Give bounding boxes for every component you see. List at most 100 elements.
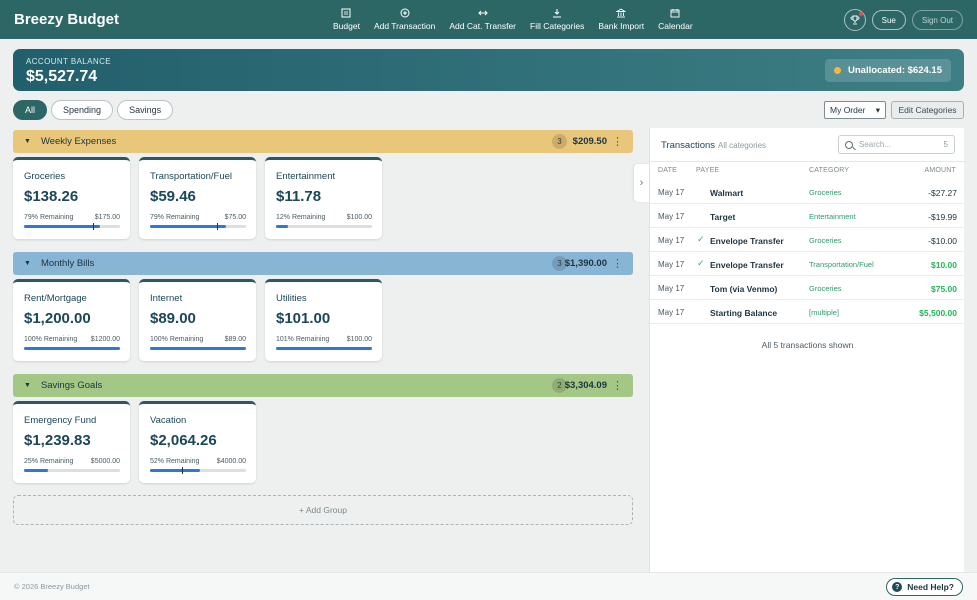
progress-fill	[150, 347, 246, 350]
transaction-category[interactable]: [multiple]	[809, 308, 839, 317]
transaction-row[interactable]: May 17 Tom (via Venmo) Groceries $75.00	[650, 276, 965, 300]
add-group-button[interactable]: + Add Group	[13, 495, 633, 525]
transactions-search-input[interactable]: Search... 5	[838, 135, 955, 154]
group-header-savings-goals[interactable]: ▼ Savings Goals 2 $3,304.09 ⋮	[13, 374, 633, 397]
progress-fill	[276, 225, 288, 228]
filter-savings[interactable]: Savings	[117, 100, 174, 120]
category-amount: $11.78	[276, 188, 322, 205]
progress-fill	[24, 225, 100, 228]
column-header-date[interactable]: DATE	[658, 167, 677, 174]
transaction-row[interactable]: May 17 Walmart Groceries -$27.27	[650, 180, 965, 204]
progress-fill	[24, 469, 48, 472]
transactions-summary: All 5 transactions shown	[761, 340, 854, 350]
category-name: Rent/Mortgage	[24, 293, 87, 304]
category-card-vacation[interactable]: Vacation $2,064.26 52% Remaining $4000.0…	[139, 401, 256, 483]
category-amount: $101.00	[276, 310, 331, 327]
transaction-row[interactable]: May 17 ✓ Envelope Transfer Transportation/F…	[650, 252, 965, 276]
nav-label: Budget	[333, 21, 360, 31]
transaction-date: May 17	[658, 260, 685, 269]
progress-fill	[150, 469, 200, 472]
progress-marker	[181, 467, 183, 474]
transaction-category[interactable]: Entertainment	[809, 212, 856, 221]
category-remaining: 100% Remaining	[24, 336, 78, 343]
app-title[interactable]: Breezy Budget	[14, 11, 119, 28]
category-budget: $75.00	[224, 214, 246, 221]
transaction-row[interactable]: May 17 Starting Balance [multiple] $5,500.0…	[650, 300, 965, 324]
category-card-utilities[interactable]: Utilities $101.00 101% Remaining $100.00	[265, 279, 382, 361]
calendar-icon	[670, 9, 680, 18]
checkmark-icon: ✓	[697, 234, 705, 244]
transfer-arrows-icon	[477, 10, 488, 16]
category-name: Emergency Fund	[24, 415, 97, 426]
transaction-payee: Walmart	[710, 188, 744, 198]
nav-calendar[interactable]: Calendar	[651, 0, 700, 39]
collapse-triangle-icon[interactable]: ▼	[24, 260, 31, 267]
transaction-amount: $5,500.00	[919, 308, 957, 318]
collapse-panel-chevron-icon[interactable]: ›	[634, 164, 649, 202]
transaction-amount: -$10.00	[928, 236, 957, 246]
category-card-entertainment[interactable]: Entertainment $11.78 12% Remaining $100.…	[265, 157, 382, 239]
category-budget: $1200.00	[90, 336, 120, 343]
category-filters: All Spending Savings	[13, 100, 174, 120]
group-header-weekly-expenses[interactable]: ▼ Weekly Expenses 3 $209.50 ⋮	[13, 130, 633, 153]
category-card-emergency-fund[interactable]: Emergency Fund $1,239.83 25% Remaining $…	[13, 401, 130, 483]
copyright-text: © 2026 Breezy Budget	[14, 582, 90, 591]
search-icon	[845, 140, 853, 149]
column-header-payee[interactable]: PAYEE	[696, 167, 719, 174]
progress-marker	[93, 223, 95, 230]
transaction-category[interactable]: Groceries	[809, 284, 842, 293]
category-card-transportation-fuel[interactable]: Transportation/Fuel $59.46 79% Remaining…	[139, 157, 256, 239]
category-remaining: 100% Remaining	[150, 336, 204, 343]
more-vertical-icon[interactable]: ⋮	[612, 257, 623, 270]
filter-spending[interactable]: Spending	[51, 100, 114, 120]
unallocated-badge[interactable]: Unallocated: $624.15	[825, 59, 951, 82]
nav-add-cat-transfer[interactable]: Add Cat. Transfer	[442, 0, 523, 39]
transaction-category[interactable]: Groceries	[809, 188, 842, 197]
balance-label: ACCOUNT BALANCE	[26, 57, 111, 66]
group-header-monthly-bills[interactable]: ▼ Monthly Bills 3 $1,390.00 ⋮	[13, 252, 633, 275]
page-footer: © 2026 Breezy Budget ? Need Help?	[0, 572, 977, 600]
sort-order-select[interactable]: My Order ▾	[824, 101, 886, 119]
transaction-date: May 17	[658, 236, 685, 245]
user-menu-button[interactable]: Sue	[871, 10, 906, 30]
transaction-amount: -$19.99	[928, 212, 957, 222]
edit-categories-button[interactable]: Edit Categories	[891, 101, 964, 119]
main-nav: Budget Add Transaction Add Cat. Transfer…	[326, 0, 700, 39]
category-budget: $5000.00	[90, 458, 120, 465]
transactions-filter-label[interactable]: All categories	[718, 141, 766, 150]
account-balance-card: ACCOUNT BALANCE $5,527.74 Unallocated: $…	[13, 49, 964, 91]
nav-label: Fill Categories	[530, 21, 585, 31]
transaction-row[interactable]: May 17 Target Entertainment -$19.99	[650, 204, 965, 228]
nav-add-transaction[interactable]: Add Transaction	[367, 0, 442, 39]
more-vertical-icon[interactable]: ⋮	[612, 379, 623, 392]
need-help-button[interactable]: ? Need Help?	[886, 578, 963, 596]
progress-bar	[24, 347, 120, 350]
progress-fill	[276, 347, 372, 350]
column-header-category[interactable]: CATEGORY	[809, 167, 849, 174]
transaction-row[interactable]: May 17 ✓ Envelope Transfer Groceries -$10.00	[650, 228, 965, 252]
transaction-date: May 17	[658, 284, 685, 293]
category-name: Groceries	[24, 171, 66, 182]
nav-bank-import[interactable]: Bank Import	[591, 0, 651, 39]
chevron-down-icon: ▾	[875, 104, 880, 115]
category-card-internet[interactable]: Internet $89.00 100% Remaining $89.00	[139, 279, 256, 361]
more-vertical-icon[interactable]: ⋮	[612, 135, 623, 148]
collapse-triangle-icon[interactable]: ▼	[24, 382, 31, 389]
filter-all[interactable]: All	[13, 100, 48, 120]
transaction-amount: $75.00	[931, 284, 957, 294]
transaction-category[interactable]: Transportation/Fuel	[809, 260, 874, 269]
achievements-button[interactable]	[843, 9, 866, 31]
sign-out-button[interactable]: Sign Out	[911, 10, 963, 30]
column-header-amount[interactable]: AMOUNT	[924, 167, 956, 174]
category-card-rent-mortgage[interactable]: Rent/Mortgage $1,200.00 100% Remaining $…	[13, 279, 130, 361]
category-remaining: 52% Remaining	[150, 458, 200, 465]
group-name: Savings Goals	[40, 380, 103, 391]
collapse-triangle-icon[interactable]: ▼	[24, 138, 31, 145]
progress-bar	[150, 347, 246, 350]
nav-fill-categories[interactable]: Fill Categories	[523, 0, 591, 39]
transaction-category[interactable]: Groceries	[809, 236, 842, 245]
category-card-groceries[interactable]: Groceries $138.26 79% Remaining $175.00	[13, 157, 130, 239]
nav-budget[interactable]: Budget	[326, 0, 367, 39]
unallocated-text: Unallocated: $624.15	[848, 65, 942, 76]
category-remaining: 79% Remaining	[150, 214, 200, 221]
